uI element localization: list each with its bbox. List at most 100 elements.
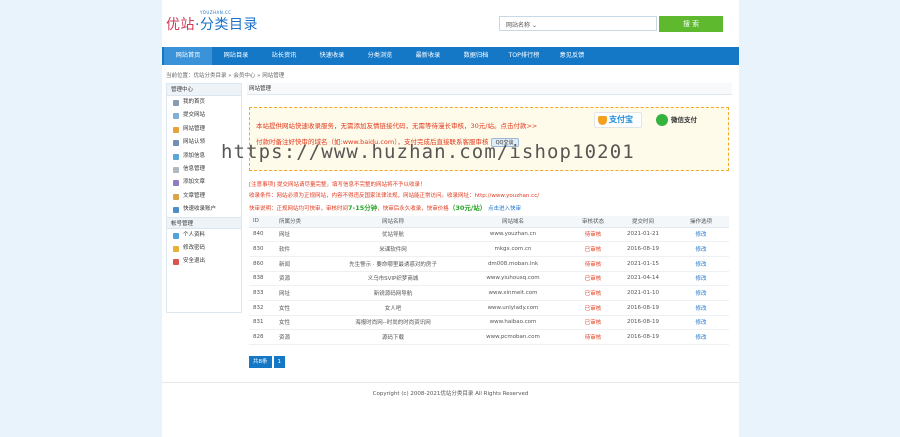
sidebar-item-info-manage[interactable]: 信息管理: [167, 163, 241, 176]
cell-id: 831: [249, 315, 273, 331]
cell-name: 义乌市SVIP织梦商城: [333, 271, 453, 287]
cell-status: 已审核: [573, 315, 613, 331]
cell-category: 网址: [273, 227, 333, 243]
logo-sub-text: 分类目录: [199, 17, 258, 33]
cell-status: 已审核: [573, 271, 613, 287]
nav-item-fast-submit[interactable]: 快速收录: [308, 47, 356, 65]
sidebar-item-label: 信息管理: [183, 165, 206, 172]
cell-category: 软件: [273, 241, 333, 257]
search-button[interactable]: 搜 索: [659, 16, 723, 32]
edit-button[interactable]: 修改: [673, 329, 729, 345]
pager-total: 共8条: [249, 356, 272, 368]
sidebar-group-manage: 管理中心: [167, 84, 241, 96]
nav-item-archive[interactable]: 数据归档: [452, 47, 500, 65]
cell-name: 优站导航: [333, 227, 453, 243]
site-logo[interactable]: 优站·分类目录: [166, 14, 258, 34]
sidebar-item-label: 文章管理: [183, 192, 206, 199]
main-panel: 网站管理 本站提供网站快速收录服务，无需添加友情链接代码，无需等待漫长审核，30…: [247, 83, 732, 373]
site-table: ID 所属分类 网站名称 网站域名 审核状态 提交时间 操作选项 840 网址 优站…: [249, 216, 729, 345]
cell-id: 840: [249, 227, 273, 243]
edit-button[interactable]: 修改: [673, 285, 729, 301]
edit-button[interactable]: 修改: [673, 227, 729, 243]
cell-url: www.xinmeit.com: [453, 285, 573, 301]
edit-button[interactable]: 修改: [673, 271, 729, 287]
fast-review-link[interactable]: 点击进入快审: [488, 206, 521, 212]
logo-main-text: 优站: [166, 17, 195, 33]
nav-item-news[interactable]: 站长资讯: [260, 47, 308, 65]
cell-id: 830: [249, 241, 273, 257]
sidebar-item-article-manage[interactable]: 文章管理: [167, 190, 241, 203]
sidebar-item-label: 我的首页: [183, 99, 206, 105]
breadcrumb: 当前位置：优站分类目录 » 会员中心 » 网站管理: [166, 73, 285, 79]
cell-id: 838: [249, 271, 273, 287]
cell-time: 2021-01-15: [613, 256, 673, 272]
cell-url: www.yiuhousq.com: [453, 271, 573, 287]
search-input[interactable]: 网站名称 ⌄: [499, 16, 657, 31]
cell-category: 新闻: [273, 256, 333, 272]
edit-button[interactable]: 修改: [673, 256, 729, 272]
table-row: 840 网址 优站导航 www.youzhan.cn 待审核 2021-01-21 修改: [249, 227, 729, 243]
nav-item-top[interactable]: TOP排行榜: [500, 47, 548, 65]
sidebar-item-password[interactable]: 修改密码: [167, 242, 241, 255]
sidebar-item-label: 网站认领: [183, 139, 206, 146]
footer-divider: [162, 382, 739, 383]
alipay-icon: [598, 116, 607, 125]
cell-time: 2021-01-10: [613, 285, 673, 301]
info-text-b: ，快审后永久收录，快审价格: [377, 206, 449, 212]
add-icon: [173, 153, 179, 160]
wechat-icon: [656, 114, 668, 126]
sidebar-item-fast-account[interactable]: 快速收录账户: [167, 203, 241, 216]
alipay-button[interactable]: 支付宝: [594, 112, 642, 128]
table-row: 828 资源 源码下载 www.pcmoban.com 待审核 2016-08-19 修改: [249, 329, 729, 345]
cell-name: 新锐源码网导航: [333, 285, 453, 301]
logout-icon: [173, 259, 179, 266]
wechat-pay-button[interactable]: 微信支付: [654, 112, 718, 128]
cell-url: dm008.moban.ink: [453, 256, 573, 272]
article-icon: [173, 180, 179, 187]
info-time: 7-15分钟: [348, 204, 378, 212]
cell-id: 828: [249, 329, 273, 345]
sidebar-item-sites[interactable]: 网站管理: [167, 123, 241, 136]
cell-url: www.pcmoban.com: [453, 329, 573, 345]
col-status: 审核状态: [573, 216, 613, 228]
info-text-a: 快审说明：正规网站均可快审，审核时间: [249, 206, 349, 212]
sidebar-item-add-article[interactable]: 添加文章: [167, 176, 241, 189]
sidebar-item-label: 提交网站: [183, 112, 206, 119]
cell-category: 网址: [273, 285, 333, 301]
sidebar-item-home[interactable]: 我的首页: [167, 96, 241, 109]
footer-copyright: Copyright (c) 2008-2021优站分类目录 All Rights…: [372, 391, 529, 397]
cell-category: 资源: [273, 271, 333, 287]
nav-item-feedback[interactable]: 意见反馈: [548, 47, 596, 65]
edit-button[interactable]: 修改: [673, 241, 729, 257]
pagination: 共8条 1: [249, 356, 285, 368]
nav-item-directory[interactable]: 网站目录: [212, 47, 260, 65]
search-type-select[interactable]: 网站名称 ⌄: [506, 20, 537, 29]
table-row: 831 女性 海报时尚网--时尚的时尚资讯网 www.haibao.com 已审核 201…: [249, 315, 729, 331]
edit-button[interactable]: 修改: [673, 300, 729, 316]
sidebar-item-label: 添加信息: [183, 152, 206, 159]
cell-id: 860: [249, 256, 273, 272]
chevron-down-icon: ⌄: [531, 22, 537, 29]
cell-name: 女人吧: [333, 300, 453, 316]
sidebar-group-account: 帐号管理: [167, 216, 241, 229]
sidebar-item-profile[interactable]: 个人资料: [167, 229, 241, 242]
nav-item-categories[interactable]: 分类浏览: [356, 47, 404, 65]
sidebar-item-submit[interactable]: 提交网站: [167, 109, 241, 122]
table-row: 832 女性 女人吧 www.unlylady.com 已审核 2016-08-19 修改: [249, 300, 729, 316]
col-url: 网站域名: [453, 216, 573, 228]
table-row: 830 软件 米课软件网 mkgx.com.cn 已审核 2016-08-19 修改: [249, 241, 729, 257]
sidebar: 管理中心 我的首页 提交网站 网站管理 网站认领 添加信息 信息管理 添加文章 …: [166, 83, 242, 313]
sidebar-item-logout[interactable]: 安全退出: [167, 255, 241, 268]
nav-item-latest[interactable]: 最新收录: [404, 47, 452, 65]
cell-id: 832: [249, 300, 273, 316]
cell-time: 2016-08-19: [613, 300, 673, 316]
notice-info-1: [注意事项] 提交网站请尽量完整，填写信息不完整的网站将不予以收录！: [249, 182, 426, 188]
pager-page-1[interactable]: 1: [273, 356, 285, 368]
notice-info-3: 快审说明：正规网站均可快审，审核时间7-15分钟，快审后永久收录，快审价格（30…: [249, 202, 521, 212]
edit-button[interactable]: 修改: [673, 315, 729, 331]
claim-icon: [173, 140, 179, 147]
nav-item-home[interactable]: 网站首页: [164, 47, 212, 65]
folder-icon: [173, 126, 179, 133]
sidebar-item-label: 修改密码: [183, 244, 206, 251]
cell-time: 2016-08-19: [613, 241, 673, 257]
